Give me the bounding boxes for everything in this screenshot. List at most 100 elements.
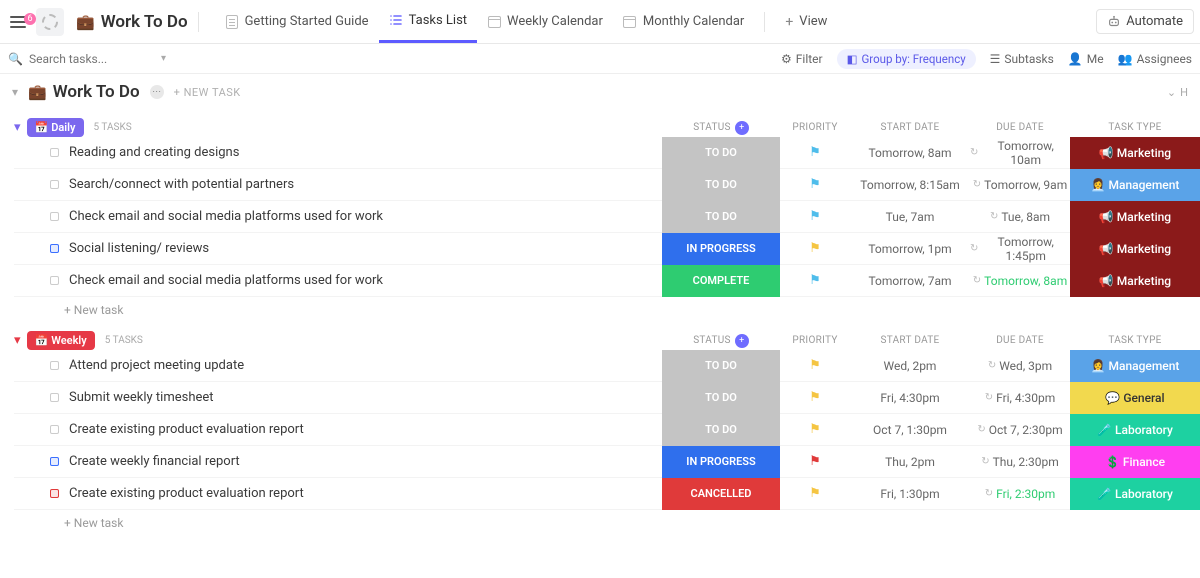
more-icon[interactable]: H <box>1180 86 1188 99</box>
start-date-cell[interactable]: Tomorrow, 8:15am <box>850 178 970 192</box>
start-date-cell[interactable]: Tue, 7am <box>850 210 970 224</box>
task-type-cell[interactable]: 🧪 Laboratory <box>1070 414 1200 446</box>
task-type-cell[interactable]: 📢 Marketing <box>1070 137 1200 169</box>
task-type-cell[interactable]: 👩‍💼 Management <box>1070 350 1200 382</box>
priority-cell[interactable]: ⚑ <box>780 358 850 373</box>
due-date-cell[interactable]: ↻Oct 7, 2:30pm <box>970 423 1070 437</box>
status-cell[interactable]: TO DO <box>662 350 780 382</box>
tab-weekly-calendar[interactable]: Weekly Calendar <box>477 0 613 43</box>
col-status[interactable]: STATUS+ <box>662 121 780 135</box>
group-collapse-icon[interactable]: ▾ <box>14 333 21 348</box>
start-date-cell[interactable]: Tomorrow, 1pm <box>850 242 970 256</box>
task-row[interactable]: Submit weekly timesheetTO DO⚑Fri, 4:30pm… <box>14 382 1200 414</box>
tab-add-view[interactable]: + View <box>775 0 837 43</box>
chevron-down-icon[interactable]: ▾ <box>161 53 166 64</box>
info-icon[interactable]: ⋯ <box>150 85 164 99</box>
col-start-date[interactable]: START DATE <box>850 122 970 133</box>
task-name[interactable]: Create existing product evaluation repor… <box>69 486 304 501</box>
status-cell[interactable]: CANCELLED <box>662 478 780 510</box>
search-input[interactable] <box>29 52 149 66</box>
automate-button[interactable]: Automate <box>1096 9 1194 34</box>
due-date-cell[interactable]: ↻Tomorrow, 8am <box>970 274 1070 288</box>
group-collapse-icon[interactable]: ▾ <box>14 120 21 135</box>
task-name[interactable]: Search/connect with potential partners <box>69 177 294 192</box>
task-type-cell[interactable]: 📢 Marketing <box>1070 265 1200 297</box>
tab-monthly-calendar[interactable]: Monthly Calendar <box>613 0 754 43</box>
notification-badge[interactable]: 6 <box>24 13 36 25</box>
start-date-cell[interactable]: Oct 7, 1:30pm <box>850 423 970 437</box>
due-date-cell[interactable]: ↻Tomorrow, 1:45pm <box>970 235 1070 263</box>
priority-cell[interactable]: ⚑ <box>780 273 850 288</box>
priority-cell[interactable]: ⚑ <box>780 177 850 192</box>
filter-button[interactable]: ⚙Filter <box>781 52 823 66</box>
task-row[interactable]: Social listening/ reviews IN PROGRESS⚑Tom… <box>14 233 1200 265</box>
subtasks-button[interactable]: ☰Subtasks <box>990 52 1054 66</box>
col-task-type[interactable]: TASK TYPE <box>1070 122 1200 133</box>
due-date-cell[interactable]: ↻Tomorrow, 9am <box>970 178 1070 192</box>
col-task-type[interactable]: TASK TYPE <box>1070 335 1200 346</box>
task-name[interactable]: Attend project meeting update <box>69 358 244 373</box>
due-date-cell[interactable]: ↻Tomorrow, 10am <box>970 139 1070 167</box>
task-name[interactable]: Submit weekly timesheet <box>69 390 214 405</box>
priority-cell[interactable]: ⚑ <box>780 209 850 224</box>
due-date-cell[interactable]: ↻Wed, 3pm <box>970 359 1070 373</box>
status-cell[interactable]: IN PROGRESS <box>662 446 780 478</box>
start-date-cell[interactable]: Wed, 2pm <box>850 359 970 373</box>
task-row[interactable]: Create weekly financial report IN PROGRES… <box>14 446 1200 478</box>
group-label-weekly[interactable]: 📅Weekly <box>27 331 95 350</box>
task-type-cell[interactable]: 💬 General <box>1070 382 1200 414</box>
task-row[interactable]: Attend project meeting update TO DO⚑Wed, … <box>14 350 1200 382</box>
task-row[interactable]: Create existing product evaluation repor… <box>14 414 1200 446</box>
priority-cell[interactable]: ⚑ <box>780 241 850 256</box>
task-name[interactable]: Social listening/ reviews <box>69 241 209 256</box>
start-date-cell[interactable]: Thu, 2pm <box>850 455 970 469</box>
start-date-cell[interactable]: Tomorrow, 7am <box>850 274 970 288</box>
task-row[interactable]: Create existing product evaluation repor… <box>14 478 1200 510</box>
task-row[interactable]: Reading and creating designs TO DO⚑Tomorr… <box>14 137 1200 169</box>
task-type-cell[interactable]: 📢 Marketing <box>1070 233 1200 265</box>
priority-cell[interactable]: ⚑ <box>780 390 850 405</box>
list-title[interactable]: 💼 Work To Do <box>28 82 140 102</box>
task-type-cell[interactable]: 📢 Marketing <box>1070 201 1200 233</box>
task-name[interactable]: Reading and creating designs <box>69 145 239 160</box>
new-task-row[interactable]: + New task <box>14 510 1200 536</box>
tab-tasks-list[interactable]: Tasks List <box>379 0 477 43</box>
task-name[interactable]: Create existing product evaluation repor… <box>69 422 304 437</box>
collapse-chevron-icon[interactable]: ⌄ <box>1167 86 1176 99</box>
workspace-title[interactable]: 💼 Work To Do <box>76 12 188 32</box>
col-due-date[interactable]: DUE DATE <box>970 335 1070 346</box>
status-cell[interactable]: TO DO <box>662 169 780 201</box>
status-cell[interactable]: IN PROGRESS <box>662 233 780 265</box>
status-cell[interactable]: TO DO <box>662 414 780 446</box>
tab-getting-started[interactable]: Getting Started Guide <box>215 0 379 43</box>
me-button[interactable]: 👤Me <box>1068 52 1104 66</box>
col-priority[interactable]: PRIORITY <box>780 335 850 346</box>
task-row[interactable]: Search/connect with potential partners TO… <box>14 169 1200 201</box>
due-date-cell[interactable]: ↻Thu, 2:30pm <box>970 455 1070 469</box>
col-priority[interactable]: PRIORITY <box>780 122 850 133</box>
assignees-button[interactable]: 👥Assignees <box>1118 52 1192 66</box>
due-date-cell[interactable]: ↻Fri, 4:30pm <box>970 391 1070 405</box>
add-status-icon[interactable]: + <box>735 334 749 348</box>
group-by-button[interactable]: ◧Group by: Frequency <box>837 49 976 69</box>
priority-cell[interactable]: ⚑ <box>780 145 850 160</box>
priority-cell[interactable]: ⚑ <box>780 486 850 501</box>
task-type-cell[interactable]: 🧪 Laboratory <box>1070 478 1200 510</box>
task-row[interactable]: Check email and social media platforms u… <box>14 265 1200 297</box>
priority-cell[interactable]: ⚑ <box>780 422 850 437</box>
status-cell[interactable]: COMPLETE <box>662 265 780 297</box>
task-name[interactable]: Create weekly financial report <box>69 454 240 469</box>
search-box[interactable]: 🔍 ▾ <box>8 52 168 66</box>
task-type-cell[interactable]: 👩‍💼 Management <box>1070 169 1200 201</box>
col-start-date[interactable]: START DATE <box>850 335 970 346</box>
status-cell[interactable]: TO DO <box>662 137 780 169</box>
col-status[interactable]: STATUS+ <box>662 334 780 348</box>
task-name[interactable]: Check email and social media platforms u… <box>69 209 383 224</box>
start-date-cell[interactable]: Tomorrow, 8am <box>850 146 970 160</box>
priority-cell[interactable]: ⚑ <box>780 454 850 469</box>
task-type-cell[interactable]: 💲 Finance <box>1070 446 1200 478</box>
due-date-cell[interactable]: ↻Fri, 2:30pm <box>970 487 1070 501</box>
task-name[interactable]: Check email and social media platforms u… <box>69 273 383 288</box>
start-date-cell[interactable]: Fri, 1:30pm <box>850 487 970 501</box>
status-cell[interactable]: TO DO <box>662 201 780 233</box>
